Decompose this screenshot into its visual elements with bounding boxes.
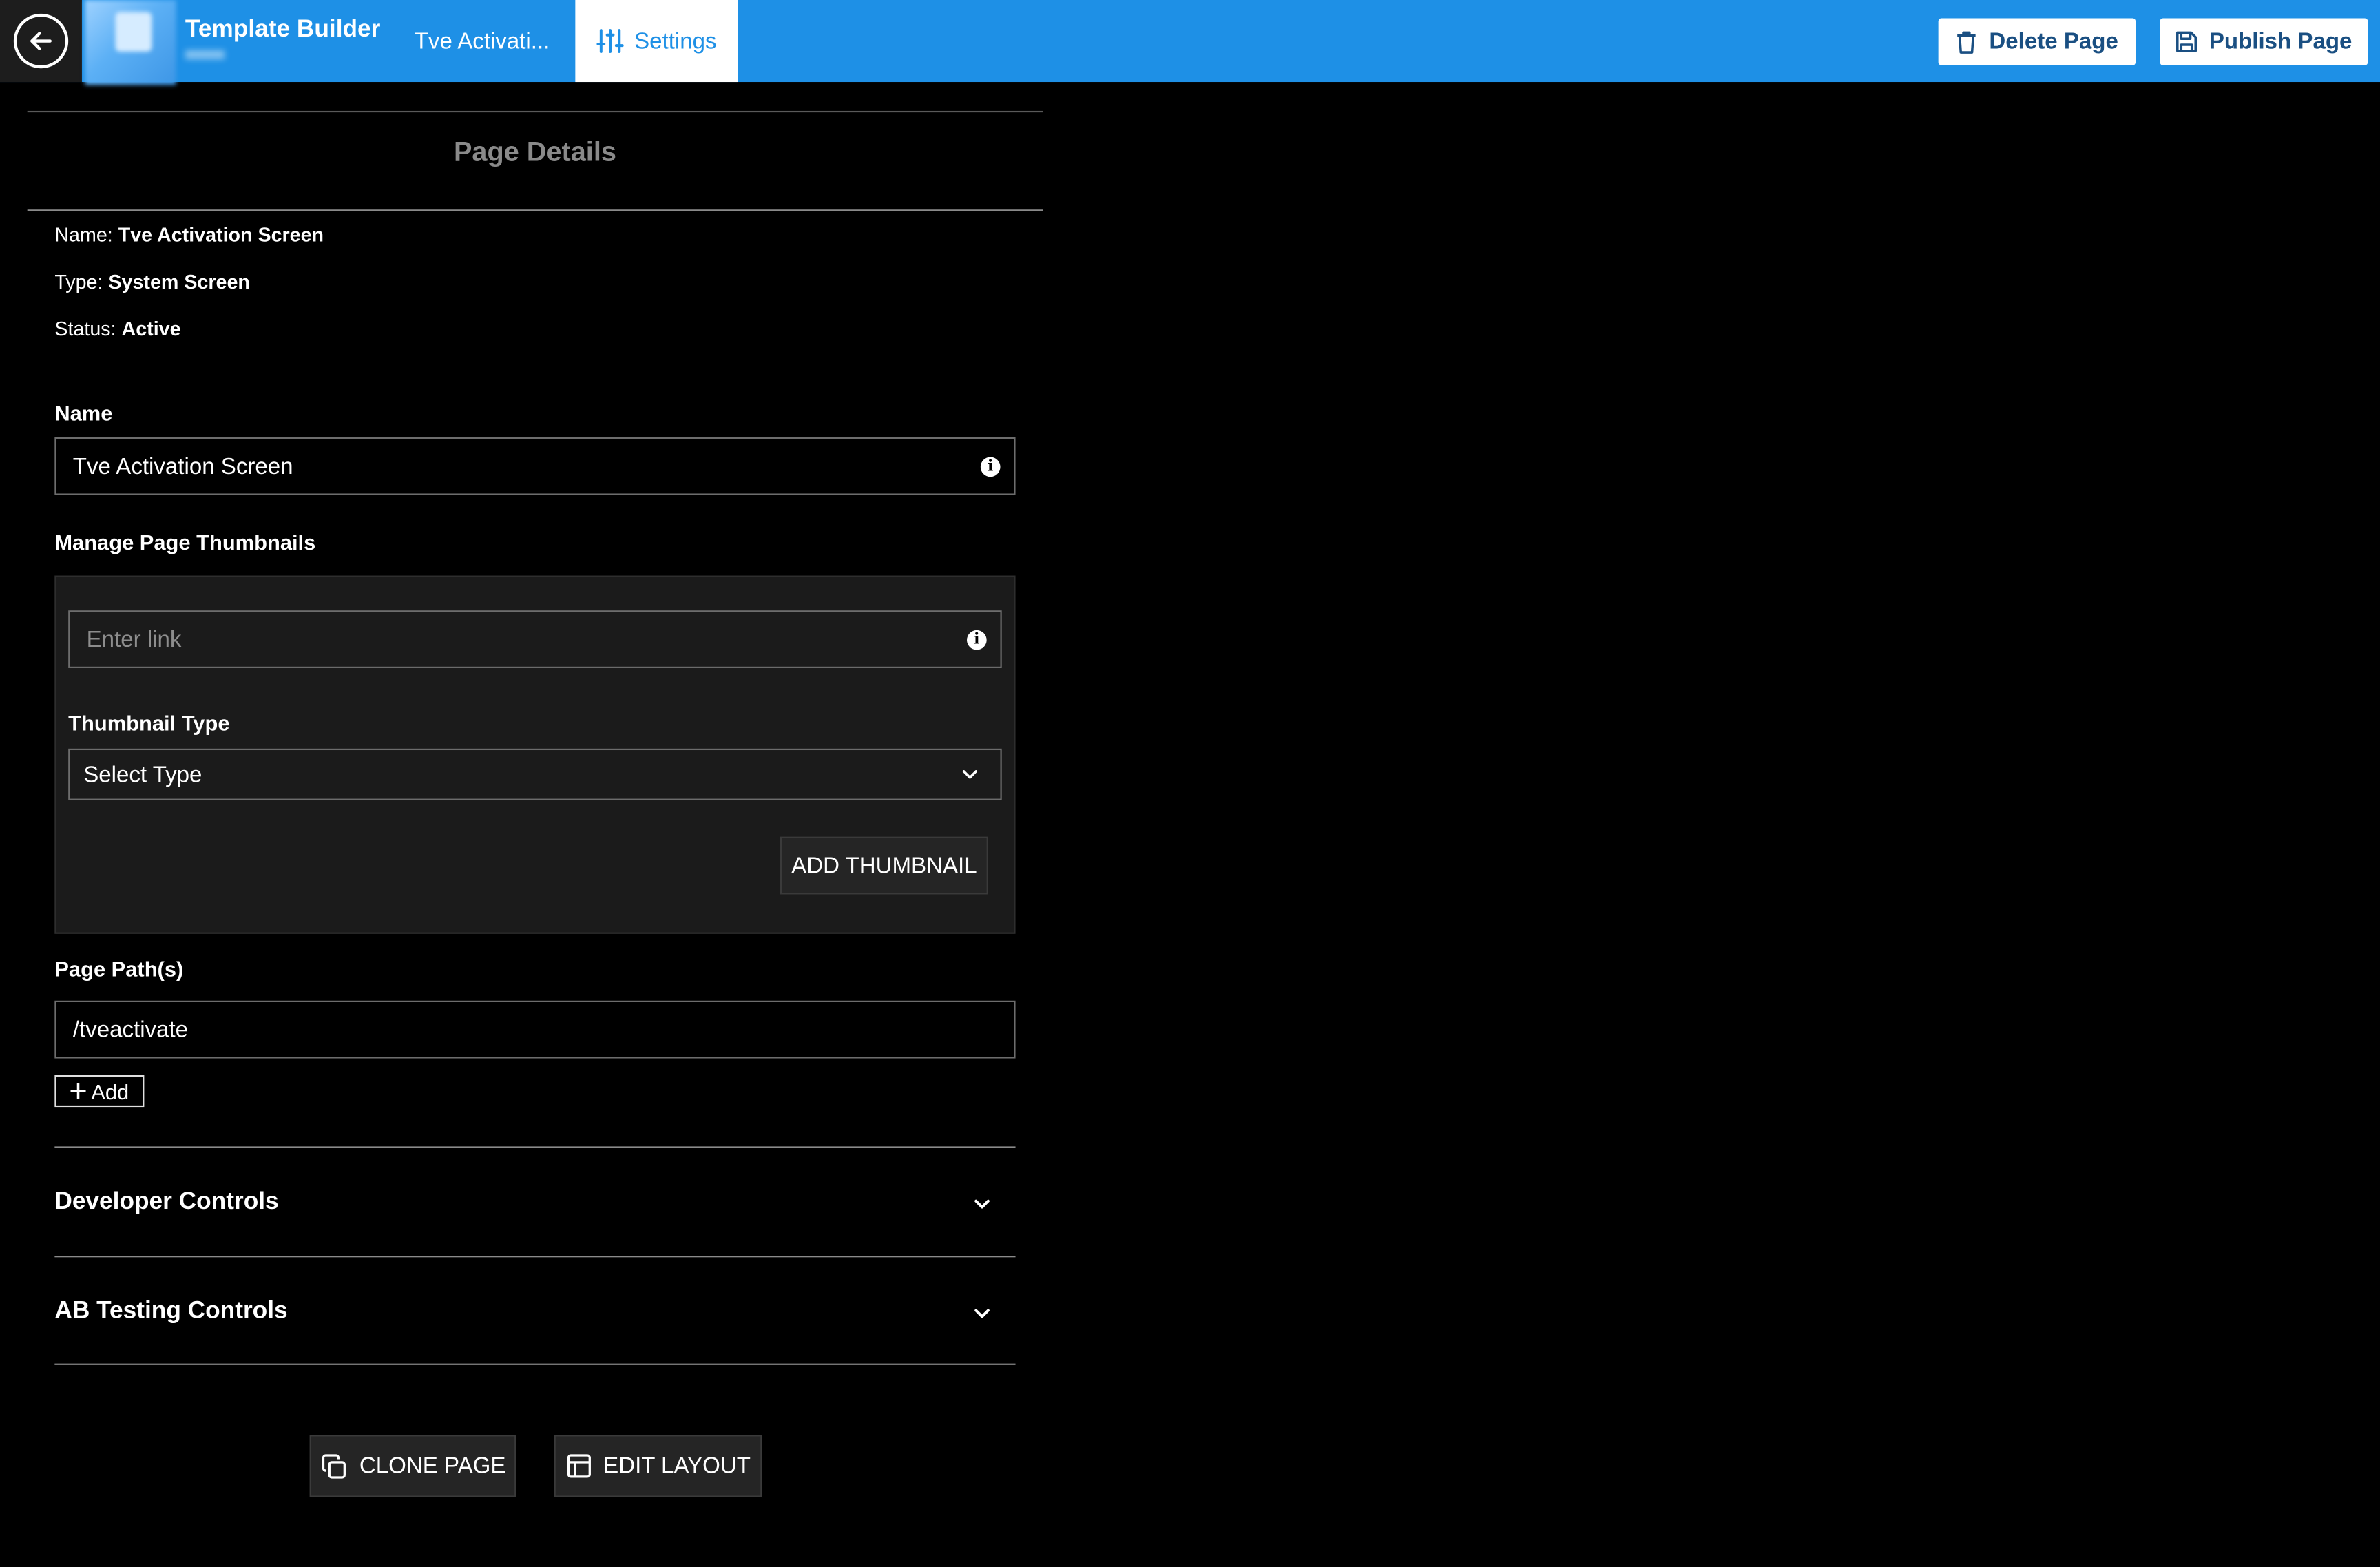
back-button-wrapper	[0, 0, 83, 83]
divider	[54, 1256, 1016, 1258]
name-input-value: Tve Activation Screen	[72, 453, 293, 479]
developer-controls-label: Developer Controls	[54, 1189, 279, 1215]
app-root: Template Builder Tve Activati... Setting…	[0, 0, 2380, 1567]
name-input[interactable]: Tve Activation Screen i	[54, 437, 1016, 495]
back-button[interactable]	[13, 13, 69, 69]
app-subtitle-blurred	[185, 50, 225, 59]
tab-page[interactable]: Tve Activati...	[415, 0, 550, 82]
meta-status: Status: Active	[54, 318, 180, 340]
clone-page-label: CLONE PAGE	[359, 1453, 506, 1480]
copy-icon	[322, 1453, 346, 1478]
info-icon[interactable]: i	[967, 630, 987, 650]
thumbnail-type-value: Select Type	[83, 761, 202, 788]
ab-testing-controls-section[interactable]: AB Testing Controls	[54, 1259, 1015, 1365]
meta-type-value: System Screen	[108, 270, 250, 293]
add-path-label: Add	[91, 1079, 129, 1103]
add-path-button[interactable]: Add	[54, 1075, 145, 1108]
chevron-down-icon	[962, 770, 977, 779]
thumbnail-type-select[interactable]: Select Type	[68, 748, 1002, 800]
clone-page-button[interactable]: CLONE PAGE	[309, 1435, 516, 1497]
developer-controls-section[interactable]: Developer Controls	[54, 1150, 1015, 1256]
page-path-input[interactable]: /tveactivate	[54, 1000, 1016, 1059]
meta-name-key: Name:	[54, 223, 113, 247]
layout-icon	[566, 1454, 590, 1478]
thumbnail-type-label: Thumbnail Type	[68, 710, 230, 735]
page-paths-label: Page Path(s)	[54, 956, 184, 982]
arrow-left-icon	[30, 32, 52, 50]
edit-layout-button[interactable]: EDIT LAYOUT	[554, 1435, 762, 1497]
add-thumbnail-label: ADD THUMBNAIL	[791, 852, 977, 879]
plus-icon	[70, 1083, 86, 1099]
publish-page-button[interactable]: Publish Page	[2158, 17, 2370, 67]
info-icon[interactable]: i	[980, 457, 1001, 477]
meta-name: Name: Tve Activation Screen	[54, 223, 324, 246]
app-title: Template Builder	[185, 17, 381, 43]
publish-page-label: Publish Page	[2209, 28, 2352, 55]
chevron-down-icon	[974, 1199, 990, 1209]
tab-settings-label: Settings	[634, 28, 717, 54]
meta-status-key: Status:	[54, 317, 116, 340]
edit-layout-label: EDIT LAYOUT	[603, 1453, 751, 1480]
thumbnail-link-placeholder: Enter link	[86, 626, 182, 652]
tab-page-label: Tve Activati...	[414, 28, 550, 54]
name-label: Name	[54, 400, 113, 426]
divider	[27, 110, 1043, 113]
chevron-down-icon	[974, 1309, 990, 1318]
meta-type: Type: System Screen	[54, 270, 250, 293]
page-path-value: /tveactivate	[72, 1016, 189, 1043]
divider	[54, 1146, 1016, 1148]
page-details-title: Page Details	[453, 136, 616, 167]
ab-testing-controls-label: AB Testing Controls	[54, 1298, 288, 1325]
divider	[54, 1363, 1016, 1365]
tab-settings[interactable]: Settings	[575, 0, 738, 83]
thumbnail-link-input[interactable]: Enter link i	[68, 610, 1002, 668]
meta-name-value: Tve Activation Screen	[118, 223, 324, 247]
sliders-icon	[596, 29, 624, 53]
app-logo	[85, 0, 176, 85]
meta-type-key: Type:	[54, 270, 103, 293]
divider	[27, 209, 1043, 211]
delete-page-label: Delete Page	[1989, 28, 2118, 55]
thumbnails-label: Manage Page Thumbnails	[54, 530, 316, 554]
delete-page-button[interactable]: Delete Page	[1937, 17, 2138, 67]
add-thumbnail-button[interactable]: ADD THUMBNAIL	[780, 836, 988, 895]
trash-icon	[1958, 30, 1976, 53]
save-icon	[2176, 31, 2198, 52]
meta-status-value: Active	[121, 317, 181, 340]
top-bar: Template Builder Tve Activati... Setting…	[0, 0, 2380, 85]
